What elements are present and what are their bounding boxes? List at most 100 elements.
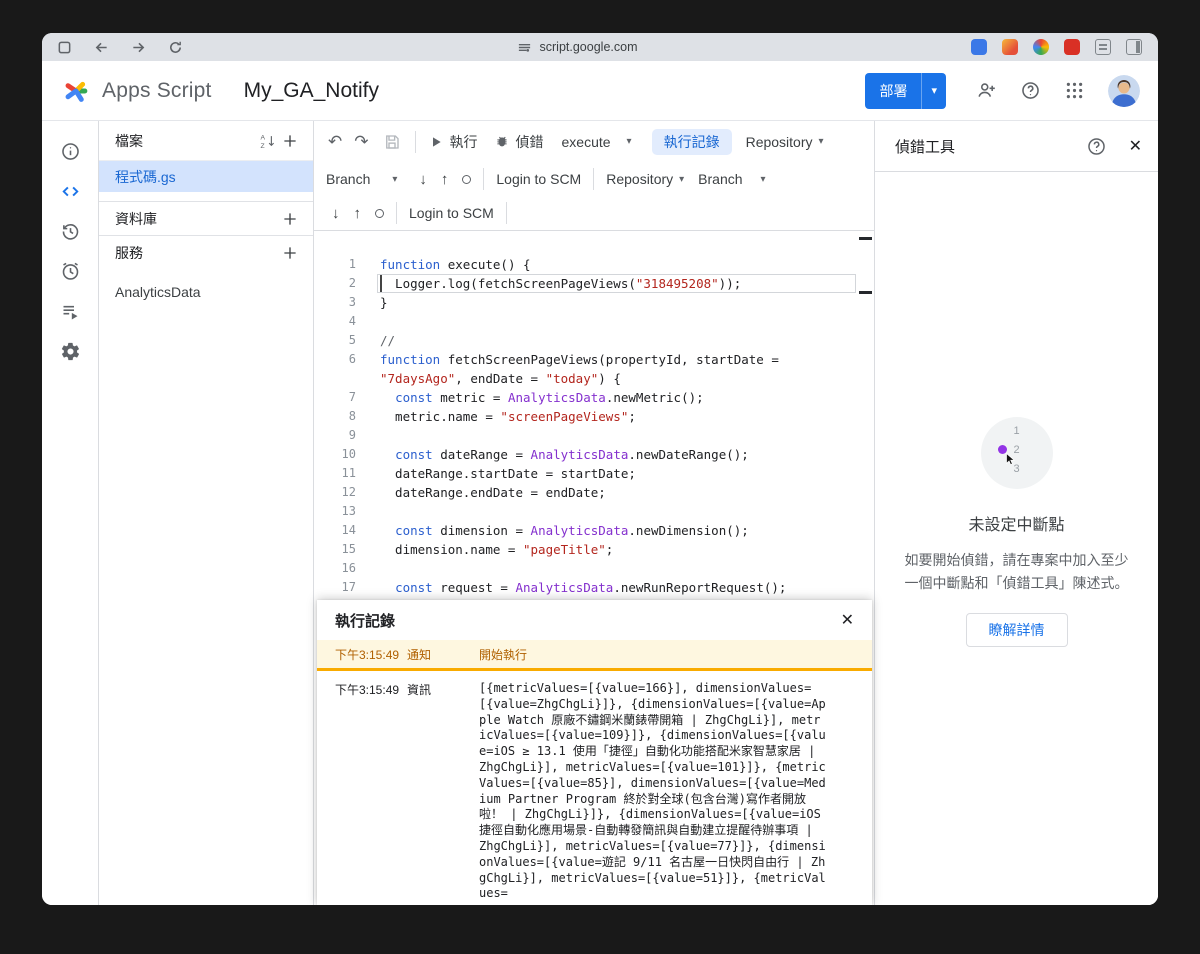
extension-icon-doc[interactable]: [1095, 39, 1111, 55]
sort-az-icon[interactable]: AZ: [257, 130, 279, 152]
redo-icon[interactable]: ↷: [354, 132, 368, 152]
extension-icon-art[interactable]: [1002, 39, 1018, 55]
push-up-icon[interactable]: ↑: [354, 205, 362, 222]
project-title[interactable]: My_GA_Notify: [244, 79, 379, 103]
pull-down-icon[interactable]: ↓: [332, 205, 340, 222]
execution-log-button[interactable]: 執行記錄: [652, 129, 732, 155]
run-button[interactable]: 執行: [428, 132, 478, 152]
add-file-icon[interactable]: [279, 130, 301, 152]
line-number[interactable]: 15: [314, 540, 356, 559]
code-line[interactable]: 3}: [314, 293, 874, 312]
code-line[interactable]: 4: [314, 312, 874, 331]
scm-branch-dropdown[interactable]: Branch ▾: [698, 171, 765, 187]
side-panel-icon[interactable]: [1126, 39, 1142, 55]
line-number[interactable]: 7: [314, 388, 356, 407]
line-number[interactable]: 9: [314, 426, 356, 445]
code-line[interactable]: 8 metric.name = "screenPageViews";: [314, 407, 874, 426]
url-text: script.google.com: [540, 40, 638, 54]
close-log-icon[interactable]: ✕: [841, 610, 854, 630]
forward-icon[interactable]: [130, 39, 146, 55]
site-info-icon[interactable]: [517, 39, 533, 55]
share-icon[interactable]: [974, 79, 998, 103]
line-number[interactable]: 11: [314, 464, 356, 483]
code-line[interactable]: 6function fetchScreenPageViews(propertyI…: [314, 350, 874, 369]
line-number[interactable]: 1: [314, 255, 356, 274]
avatar[interactable]: [1108, 75, 1140, 107]
code-line[interactable]: 11 dateRange.startDate = startDate;: [314, 464, 874, 483]
line-number[interactable]: 13: [314, 502, 356, 521]
debugger-help-icon[interactable]: [1085, 134, 1109, 158]
login-scm-button[interactable]: Login to SCM: [409, 205, 494, 221]
sync-status-icon[interactable]: [462, 175, 471, 184]
line-number[interactable]: 4: [314, 312, 356, 331]
line-number[interactable]: 17: [314, 578, 356, 597]
code-line[interactable]: "7daysAgo", endDate = "today") {: [314, 369, 874, 388]
deploy-caret-icon[interactable]: ▾: [922, 84, 946, 97]
save-icon[interactable]: [381, 131, 403, 153]
editor-code-icon[interactable]: [58, 179, 82, 203]
add-library-icon[interactable]: [279, 208, 301, 230]
debug-button[interactable]: 偵錯: [494, 132, 544, 152]
extension-icon-red[interactable]: [1064, 39, 1080, 55]
overview-info-icon[interactable]: [58, 139, 82, 163]
back-icon[interactable]: [93, 39, 109, 55]
project-history-icon[interactable]: [58, 219, 82, 243]
tab-overview-icon[interactable]: [56, 39, 72, 55]
executions-icon[interactable]: [58, 299, 82, 323]
code-line[interactable]: 17 const request = AnalyticsData.newRunR…: [314, 578, 874, 597]
code-line[interactable]: 14 const dimension = AnalyticsData.newDi…: [314, 521, 874, 540]
code-line[interactable]: 16: [314, 559, 874, 578]
reload-icon[interactable]: [167, 39, 183, 55]
line-number[interactable]: 6: [314, 350, 356, 369]
learn-more-button[interactable]: 瞭解詳情: [966, 613, 1068, 647]
push-up-icon[interactable]: ↑: [441, 171, 449, 188]
code-line[interactable]: 15 dimension.name = "pageTitle";: [314, 540, 874, 559]
extension-icon-blue[interactable]: [971, 39, 987, 55]
file-item-code-gs[interactable]: 程式碼.gs: [99, 161, 313, 192]
code-line[interactable]: 1function execute() {: [314, 255, 874, 274]
extension-icon-color[interactable]: [1033, 39, 1049, 55]
address-bar[interactable]: script.google.com: [183, 39, 971, 55]
code-line[interactable]: 2 Logger.log(fetchScreenPageViews("31849…: [314, 274, 874, 293]
line-number[interactable]: 16: [314, 559, 356, 578]
close-debugger-icon[interactable]: ✕: [1129, 136, 1142, 156]
undo-icon[interactable]: ↶: [328, 132, 342, 152]
code-line[interactable]: 10 const dateRange = AnalyticsData.newDa…: [314, 445, 874, 464]
line-number[interactable]: 2: [314, 274, 356, 293]
execution-log-panel: 執行記錄 ✕ 下午3:15:49 通知 開始執行 下午3:15:49 資訊 [{…: [317, 600, 872, 905]
code-line[interactable]: 5//: [314, 331, 874, 350]
repository-dropdown[interactable]: Repository ▾: [746, 134, 824, 150]
line-number[interactable]: 14: [314, 521, 356, 540]
triggers-clock-icon[interactable]: [58, 259, 82, 283]
code-line[interactable]: 7 const metric = AnalyticsData.newMetric…: [314, 388, 874, 407]
line-number[interactable]: 12: [314, 483, 356, 502]
execution-log-header: 執行記錄 ✕: [317, 600, 872, 640]
log-time: 下午3:15:49: [317, 646, 407, 663]
function-selector[interactable]: execute ▾: [562, 134, 632, 150]
file-name: 程式碼.gs: [115, 167, 176, 187]
debugger-title: 偵錯工具: [895, 136, 1085, 157]
line-number[interactable]: 8: [314, 407, 356, 426]
branch-dropdown[interactable]: Branch ▾: [326, 171, 397, 187]
pull-down-icon[interactable]: ↓: [419, 171, 427, 188]
add-service-icon[interactable]: [279, 242, 301, 264]
line-number[interactable]: [314, 369, 356, 388]
scm-repository-dropdown[interactable]: Repository ▾: [606, 171, 684, 187]
line-number[interactable]: 5: [314, 331, 356, 350]
deploy-button[interactable]: 部署 ▾: [865, 73, 946, 109]
help-icon[interactable]: [1018, 79, 1042, 103]
settings-gear-icon[interactable]: [58, 339, 82, 363]
code-line[interactable]: 9: [314, 426, 874, 445]
log-message: [{metricValues=[{value=166}], dimensionV…: [479, 681, 826, 902]
service-name: AnalyticsData: [115, 284, 201, 300]
code-lines: 1function execute() {2 Logger.log(fetchS…: [314, 255, 874, 597]
scm-toolbar-row1: Branch ▾ ↓ ↑ Login to SCM Repository ▾: [314, 162, 874, 196]
line-number[interactable]: 3: [314, 293, 356, 312]
login-scm-button[interactable]: Login to SCM: [496, 171, 581, 187]
line-number[interactable]: 10: [314, 445, 356, 464]
apps-grid-icon[interactable]: [1062, 79, 1086, 103]
service-item-analyticsdata[interactable]: AnalyticsData: [99, 277, 313, 307]
sync-status-icon[interactable]: [375, 209, 384, 218]
code-line[interactable]: 12 dateRange.endDate = endDate;: [314, 483, 874, 502]
code-line[interactable]: 13: [314, 502, 874, 521]
